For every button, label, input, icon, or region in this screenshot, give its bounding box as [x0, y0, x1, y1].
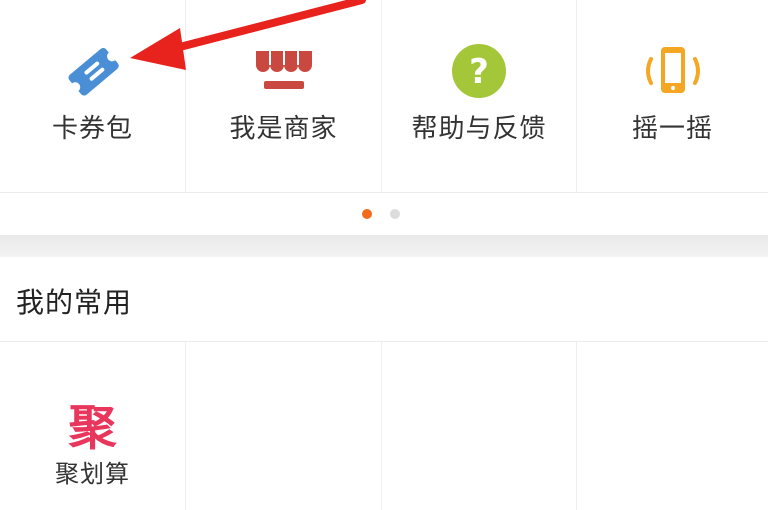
favorites-header: 我的常用	[0, 257, 768, 342]
tool-label: 帮助与反馈	[411, 114, 547, 144]
section-divider	[0, 235, 768, 257]
favorite-juhuasuan[interactable]: 聚 聚划算	[0, 342, 186, 510]
tool-label: 卡券包	[51, 114, 133, 144]
tools-grid: 卡券包 我是商家 ? 帮助与反馈 摇一摇	[0, 0, 768, 193]
help-question-icon: ?	[382, 40, 576, 102]
phone-shake-icon	[577, 40, 768, 102]
favorite-label: 聚划算	[55, 460, 130, 488]
tool-merchant[interactable]: 我是商家	[186, 0, 382, 192]
page-indicator	[0, 193, 768, 235]
tool-help-feedback[interactable]: ? 帮助与反馈	[382, 0, 577, 192]
tool-label: 摇一摇	[631, 114, 713, 144]
ticket-icon	[0, 40, 185, 102]
svg-text:?: ?	[469, 52, 489, 92]
favorites-grid: 聚 聚划算	[0, 342, 768, 510]
favorite-empty-slot	[577, 342, 768, 510]
tool-shake[interactable]: 摇一摇	[577, 0, 768, 192]
juhuasuan-icon: 聚	[68, 400, 117, 456]
page-dot-active[interactable]	[362, 209, 372, 219]
tool-card-wallet[interactable]: 卡券包	[0, 0, 186, 192]
tool-label: 我是商家	[229, 114, 338, 144]
shop-awning-icon	[186, 40, 381, 102]
favorite-empty-slot	[186, 342, 382, 510]
page-dot[interactable]	[390, 209, 400, 219]
favorite-empty-slot	[382, 342, 577, 510]
section-title: 我的常用	[16, 286, 133, 319]
